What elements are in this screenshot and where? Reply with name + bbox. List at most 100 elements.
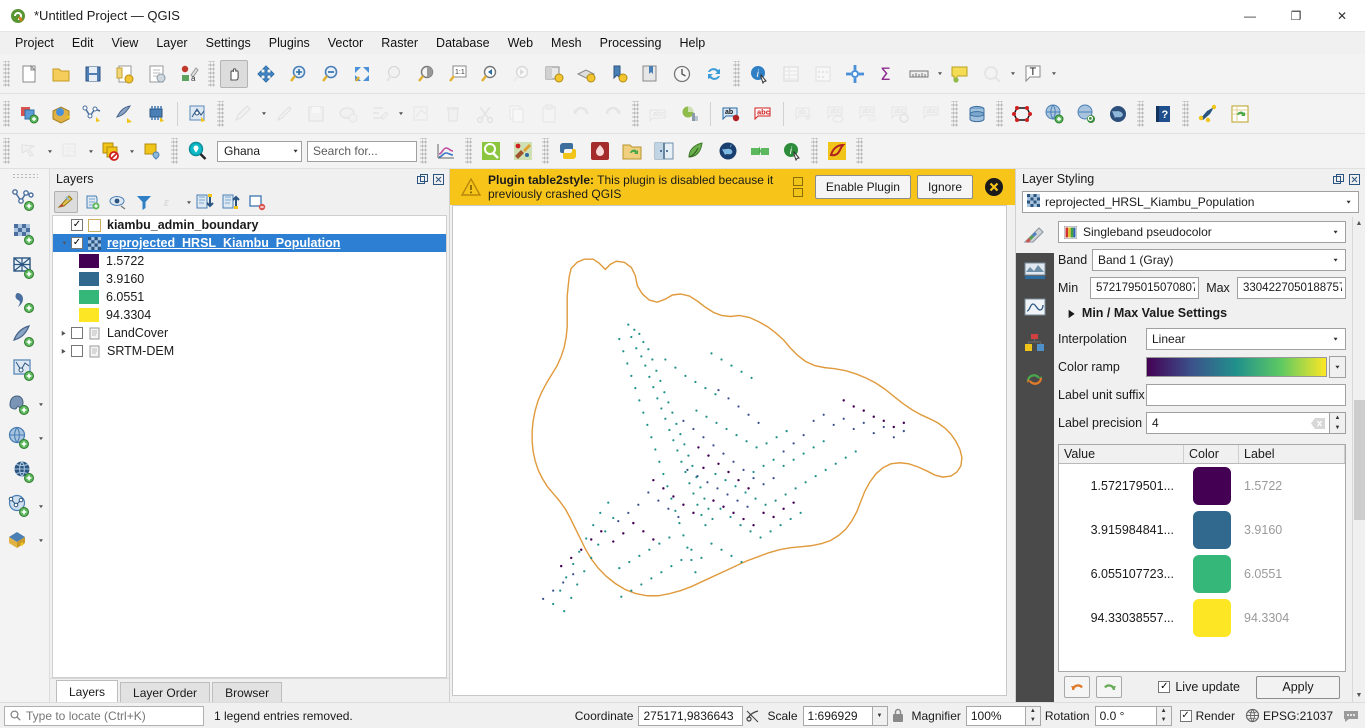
zoom-in-icon[interactable] xyxy=(284,60,312,88)
undo-redo-history-icon[interactable] xyxy=(1022,367,1048,391)
vertical-toolbar-grip[interactable] xyxy=(11,173,38,180)
current-edits-icon[interactable] xyxy=(229,100,257,128)
menu-database[interactable]: Database xyxy=(427,34,499,52)
add-mesh-layer-icon[interactable] xyxy=(111,100,139,128)
scale-dropdown[interactable]: ▼ xyxy=(872,705,888,726)
label-properties-icon[interactable]: abc xyxy=(918,100,946,128)
show-search-icon[interactable] xyxy=(978,60,1006,88)
toolbar-grip-3[interactable] xyxy=(733,60,740,87)
close-circle-icon[interactable] xyxy=(983,176,1005,198)
render-toggle[interactable]: ✓ Render xyxy=(1179,709,1235,723)
rotation-input[interactable]: 0.0 ° xyxy=(1094,705,1157,726)
undo-icon[interactable] xyxy=(1064,676,1090,698)
symbology-brush-icon[interactable] xyxy=(1016,217,1054,253)
metasearch-icon[interactable] xyxy=(1072,100,1100,128)
add-delimited-text-icon[interactable] xyxy=(79,100,107,128)
menu-mesh[interactable]: Mesh xyxy=(542,34,591,52)
select-all-caret[interactable] xyxy=(127,139,136,163)
filter-legend-expression-icon[interactable]: ε xyxy=(158,191,182,213)
color-ramp-dropdown-button[interactable]: ▼ xyxy=(1329,356,1346,378)
max-input[interactable]: 3304227050188757 xyxy=(1237,277,1346,299)
info-green-icon[interactable]: i xyxy=(778,137,806,165)
menu-web[interactable]: Web xyxy=(499,34,542,52)
cut-features-icon[interactable] xyxy=(471,100,499,128)
filter-expression-caret[interactable] xyxy=(184,190,193,214)
move-label-icon[interactable]: ab xyxy=(790,100,818,128)
compare-panel-icon[interactable] xyxy=(650,137,678,165)
min-input[interactable]: 5721795015070807 xyxy=(1090,277,1199,299)
menu-layer[interactable]: Layer xyxy=(147,34,196,52)
pan-to-selection-icon[interactable] xyxy=(252,60,280,88)
add-vector-layer-icon[interactable] xyxy=(9,185,41,215)
menu-processing[interactable]: Processing xyxy=(591,34,671,52)
add-virtual-layer-icon[interactable] xyxy=(9,355,41,385)
scroll-up-icon[interactable]: ▲ xyxy=(1353,217,1365,230)
menu-vector[interactable]: Vector xyxy=(319,34,372,52)
locator-input[interactable]: Type to locate (Ctrl+K) xyxy=(4,705,204,726)
profile-tool-icon[interactable] xyxy=(432,137,460,165)
vector-tile-caret[interactable] xyxy=(36,494,45,518)
toolbar-grip-8[interactable] xyxy=(996,100,1003,127)
toolbar-grip-16[interactable] xyxy=(811,138,818,164)
toolbar-grip-13[interactable] xyxy=(420,138,427,164)
histogram-icon[interactable] xyxy=(1022,295,1048,319)
menu-edit[interactable]: Edit xyxy=(63,34,103,52)
tab-layers[interactable]: Layers xyxy=(56,680,119,702)
minmax-value-settings-expander[interactable]: ▶ Min / Max Value Settings xyxy=(1068,306,1346,320)
scrollbar-thumb[interactable] xyxy=(1354,399,1365,520)
cell-color[interactable] xyxy=(1184,511,1239,549)
add-raster-layer-icon[interactable] xyxy=(47,100,75,128)
chevron-right-icon[interactable] xyxy=(57,329,71,337)
close-button[interactable]: ✕ xyxy=(1319,0,1365,32)
deselect-icon[interactable] xyxy=(56,137,84,165)
color-table[interactable]: Value Color Label 1.572179501... 1.5722 xyxy=(1058,444,1346,672)
minimize-button[interactable]: — xyxy=(1227,0,1273,32)
add-wms-layer-icon[interactable] xyxy=(1040,100,1068,128)
copy-features-icon[interactable] xyxy=(503,100,531,128)
open-folder-icon[interactable] xyxy=(618,137,646,165)
toolbar-grip-5[interactable] xyxy=(217,100,224,127)
layer-item-srtm-dem[interactable]: SRTM-DEM xyxy=(53,342,446,360)
toolbar-grip-7[interactable] xyxy=(951,100,958,127)
maximize-button[interactable]: ❐ xyxy=(1273,0,1319,32)
toolbar-grip[interactable] xyxy=(3,60,10,87)
style-manager-icon[interactable]: a xyxy=(175,60,203,88)
layer-visibility-checkbox[interactable] xyxy=(71,345,83,357)
show-hide-labels-icon[interactable]: abc xyxy=(822,100,850,128)
wms-dropdown-caret[interactable] xyxy=(36,426,45,450)
add-wms-layer-icon[interactable] xyxy=(4,423,36,453)
current-edits-caret[interactable] xyxy=(259,102,268,126)
undock-icon[interactable] xyxy=(415,172,429,186)
render-checkbox[interactable]: ✓ xyxy=(1179,709,1192,722)
chevron-down-icon[interactable] xyxy=(57,240,71,247)
postgis-dropdown-caret[interactable] xyxy=(36,392,45,416)
interpolation-select[interactable]: Linear ▼ xyxy=(1146,328,1346,350)
diagram-icon[interactable] xyxy=(676,100,704,128)
zoom-next-icon[interactable] xyxy=(508,60,536,88)
toolbar-grip-14[interactable] xyxy=(465,138,472,164)
measure-dropdown-caret[interactable] xyxy=(935,62,944,86)
label-icon[interactable]: abc xyxy=(644,100,672,128)
layer-visibility-checkbox[interactable] xyxy=(71,327,83,339)
chevron-right-icon[interactable] xyxy=(57,347,71,355)
layer-item-landcover[interactable]: LandCover xyxy=(53,324,446,342)
scroll-down-icon[interactable]: ▼ xyxy=(1353,689,1365,702)
database-manager-icon[interactable] xyxy=(963,100,991,128)
map-canvas[interactable] xyxy=(452,205,1007,696)
expand-all-icon[interactable] xyxy=(193,191,217,213)
pan-map-icon[interactable] xyxy=(220,59,248,88)
redo-icon[interactable] xyxy=(599,100,627,128)
stepper-down-icon[interactable]: ▼ xyxy=(1157,716,1171,725)
ignore-button[interactable]: Ignore xyxy=(916,175,973,199)
geopackage-caret[interactable] xyxy=(36,528,45,552)
delete-selected-icon[interactable] xyxy=(439,100,467,128)
close-icon[interactable] xyxy=(431,172,445,186)
menu-help[interactable]: Help xyxy=(670,34,714,52)
search-input[interactable]: Search for... xyxy=(307,140,417,162)
close-icon[interactable] xyxy=(1347,172,1361,186)
label-unit-suffix-input[interactable] xyxy=(1146,384,1346,406)
temporal-controller-icon[interactable] xyxy=(668,60,696,88)
plugin-icon[interactable] xyxy=(1194,100,1222,128)
add-raster-layer-icon[interactable] xyxy=(9,219,41,249)
rendering-icon[interactable] xyxy=(1022,331,1048,355)
